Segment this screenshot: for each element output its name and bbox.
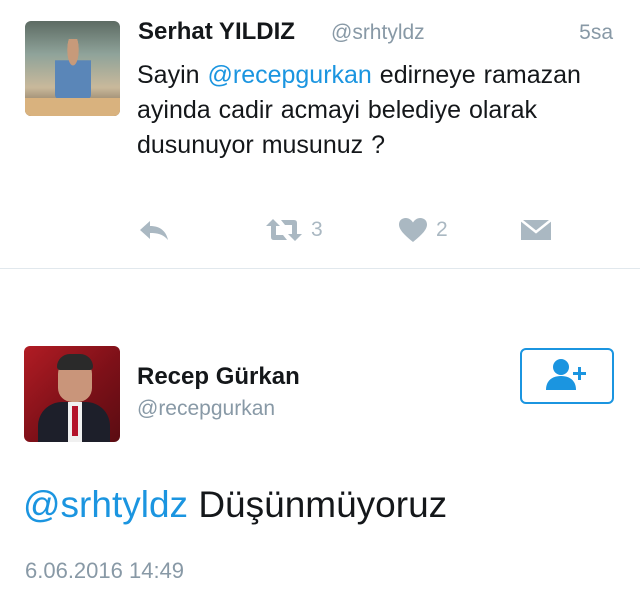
reply-tweet: Recep Gürkan @recepgurkan @srhtyldz Düşü… xyxy=(0,269,640,606)
direct-message-button[interactable] xyxy=(520,210,552,250)
original-tweet: Serhat YILDIZ @srhtyldz 5sa Sayin @recep… xyxy=(0,0,640,268)
reply-button[interactable] xyxy=(138,210,170,250)
follow-button[interactable] xyxy=(520,348,614,404)
retweet-icon xyxy=(265,217,303,243)
author-handle[interactable]: @recepgurkan xyxy=(137,397,275,421)
like-button[interactable]: 2 xyxy=(398,210,448,250)
avatar-tie xyxy=(72,406,78,436)
retweet-count: 3 xyxy=(311,218,323,241)
avatar-person xyxy=(55,39,91,99)
author-name[interactable]: Serhat YILDIZ xyxy=(138,18,295,46)
author-handle[interactable]: @srhtyldz xyxy=(331,21,425,45)
reply-text: @srhtyldz Düşünmüyoruz xyxy=(23,484,447,526)
tweet-text: Sayin @recepgurkan edirneye ramazan ayin… xyxy=(137,58,617,163)
envelope-icon xyxy=(520,218,552,242)
tweet-text-before: Sayin xyxy=(137,61,208,89)
like-count: 2 xyxy=(436,218,448,241)
tweet-actions: 3 2 xyxy=(0,210,640,250)
tweet-timestamp: 6.06.2016 14:49 xyxy=(25,558,185,583)
reply-text-body: Düşünmüyoruz xyxy=(188,484,448,525)
author-name[interactable]: Recep Gürkan xyxy=(137,363,300,391)
avatar[interactable] xyxy=(24,346,120,442)
avatar[interactable] xyxy=(25,21,120,116)
avatar-table xyxy=(25,98,120,116)
heart-icon xyxy=(398,217,428,243)
avatar-hair xyxy=(57,354,93,370)
tweet-time: 5sa xyxy=(579,21,613,44)
mention-link[interactable]: @recepgurkan xyxy=(207,61,371,89)
reply-icon xyxy=(138,218,170,242)
mention-link[interactable]: @srhtyldz xyxy=(23,484,188,525)
retweet-button[interactable]: 3 xyxy=(265,210,323,250)
follow-user-icon xyxy=(544,357,590,396)
